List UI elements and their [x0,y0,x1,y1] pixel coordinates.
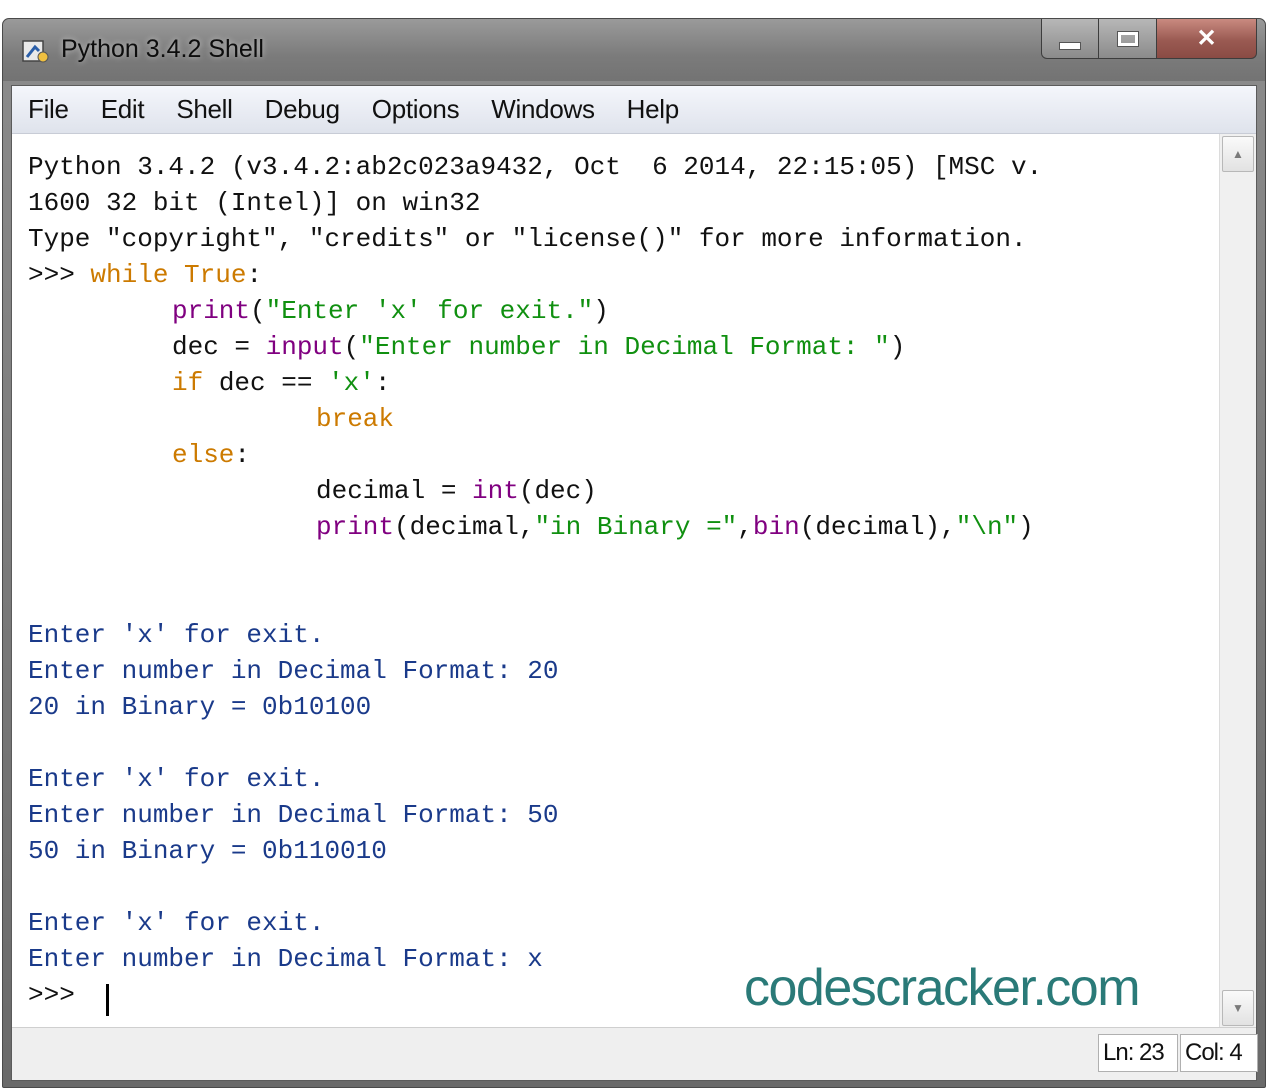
code-line: break [316,404,394,434]
python-idle-icon [22,40,49,63]
punctuation: ( [250,296,266,326]
menu-shell[interactable]: Shell [176,94,233,125]
menu-options[interactable]: Options [372,94,460,125]
keyword: True [184,260,247,290]
shell-text-area[interactable]: Python 3.4.2 (v3.4.2:ab2c023a9432, Oct 6… [12,134,1222,1028]
keyword: else [172,440,235,470]
shell-client-area: File Edit Shell Debug Options Windows He… [11,85,1258,1081]
string-literal: "in Binary =" [534,512,738,542]
prompt: >>> [28,260,91,290]
window-controls: ✕ [1041,19,1257,63]
menu-edit[interactable]: Edit [101,94,145,125]
status-bar: Ln: 23 Col: 4 [12,1027,1258,1080]
output-line: Enter number in Decimal Format: 20 [28,656,559,686]
builtin: print [172,296,251,326]
chevron-down-icon: ▼ [1232,1001,1244,1015]
minimize-button[interactable] [1041,19,1099,59]
banner-line: Type "copyright", "credits" or "license(… [28,224,1027,254]
menu-debug[interactable]: Debug [265,94,340,125]
minimize-icon [1059,41,1081,50]
code-text: (decimal, [394,512,535,542]
maximize-button[interactable] [1099,19,1157,59]
output-line: Enter number in Decimal Format: x [28,944,543,974]
final-prompt: >>> [28,980,91,1010]
punctuation: , [737,512,753,542]
string-literal: "Enter 'x' for exit." [265,296,594,326]
code-line: else: [172,440,250,470]
chevron-up-icon: ▲ [1232,147,1244,161]
line-number-indicator: Ln: 23 [1098,1034,1178,1072]
code-line: >>> while True: [28,260,262,290]
maximize-icon [1116,30,1139,47]
code-text: decimal = [316,476,473,506]
keyword: if [172,368,204,398]
keyword: break [316,404,395,434]
builtin: int [472,476,519,506]
close-button[interactable]: ✕ [1157,19,1257,59]
scroll-up-button[interactable]: ▲ [1222,136,1254,172]
output-line: Enter number in Decimal Format: 50 [28,800,559,830]
code-line: print(decimal,"in Binary =",bin(decimal)… [316,512,1034,542]
punctuation: : [234,440,251,470]
punctuation: ) [889,332,906,362]
builtin: bin [752,512,800,542]
banner-line: 1600 32 bit (Intel)] on win32 [28,188,481,218]
menu-bar: File Edit Shell Debug Options Windows He… [12,86,1256,134]
string-literal: "\n" [955,512,1019,542]
code-text: dec = [172,332,266,362]
menu-file[interactable]: File [28,94,69,125]
code-text: (dec) [518,476,597,506]
punctuation: ) [593,296,609,326]
scroll-down-button[interactable]: ▼ [1222,990,1254,1026]
string-literal: "Enter number in Decimal Format: " [359,332,890,362]
code-line: decimal = int(dec) [316,476,597,506]
code-text: (decimal), [799,512,956,542]
keyword: while [90,260,169,290]
title-bar[interactable]: Python 3.4.2 Shell ✕ [3,19,1265,81]
builtin: print [316,512,395,542]
punctuation: : [246,260,263,290]
string-literal: 'x' [328,368,375,398]
output-line: Enter 'x' for exit. [28,908,325,938]
output-line: Enter 'x' for exit. [28,764,325,794]
menu-windows[interactable]: Windows [491,94,595,125]
close-icon: ✕ [1196,25,1217,52]
code-line: dec = input("Enter number in Decimal For… [172,332,905,362]
output-line: Enter 'x' for exit. [28,620,325,650]
code-text: dec == [203,368,329,398]
code-line: if dec == 'x': [172,368,390,398]
code-line: print("Enter 'x' for exit.") [172,296,609,326]
column-number-indicator: Col: 4 [1180,1034,1258,1072]
punctuation: : [374,368,391,398]
output-line: 20 in Binary = 0b10100 [28,692,372,722]
banner-line: Python 3.4.2 (v3.4.2:ab2c023a9432, Oct 6… [28,152,1043,182]
window-title: Python 3.4.2 Shell [61,35,264,63]
builtin: input [265,332,344,362]
punctuation: ) [1018,512,1034,542]
punctuation: ( [343,332,360,362]
vertical-scrollbar[interactable]: ▲ ▼ [1219,134,1256,1028]
output-line: 50 in Binary = 0b110010 [28,836,387,866]
text-cursor [106,984,109,1016]
python-shell-window: Python 3.4.2 Shell ✕ File Edit Shell Deb… [2,18,1266,1088]
watermark: codescracker.com [744,959,1141,1017]
menu-help[interactable]: Help [627,94,680,125]
